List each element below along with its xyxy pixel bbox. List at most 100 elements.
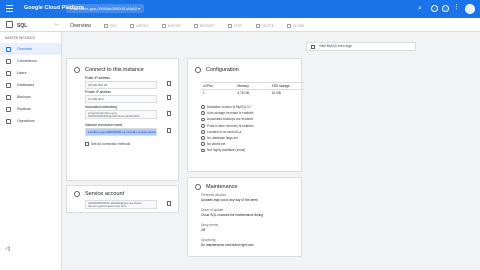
column-header: SSD storage — [271, 84, 290, 88]
table-header-row: vCPUs Memory SSD storage — [201, 83, 304, 90]
export-icon — [161, 23, 166, 28]
service-account-title: Service account — [85, 191, 125, 197]
service-account-value: p000000000000-a0a0a0@gcp-sa-cloud-sql.ia… — [85, 200, 157, 209]
sidebar-item-backups[interactable]: Backups — [0, 91, 61, 103]
back-arrow-icon[interactable]: ← — [54, 21, 60, 27]
collapse-sidebar-icon[interactable]: ◁| — [5, 246, 10, 252]
console-icon[interactable]: › — [431, 5, 438, 12]
connect-card: Connect to this instance Public IP addre… — [66, 58, 179, 181]
flag-icon — [201, 136, 205, 140]
edit-icon — [104, 23, 108, 28]
copy-icon[interactable] — [167, 128, 171, 133]
sidebar: MASTER INSTANCE Overview Connections Use… — [0, 32, 62, 270]
configuration-features: Database version is MySQL 5.7 Auto stora… — [201, 104, 301, 154]
deny-period: Deny period Off — [201, 223, 218, 232]
configuration-card: Configuration vCPUs Memory SSD storage 1… — [187, 58, 304, 172]
deny-period-value: Off — [201, 227, 206, 232]
networking-value: projects/sandbox-gcp-000000000000/global… — [85, 110, 157, 119]
sidebar-item-databases[interactable]: Databases — [0, 79, 61, 91]
info-icon — [85, 142, 89, 147]
public-ip-label: Public IP address — [85, 76, 110, 80]
configuration-table: vCPUs Memory SSD storage 1 3.75 GB 10 GB — [201, 82, 304, 97]
person-icon — [74, 191, 80, 197]
connection-name-label: Instance connection name — [85, 123, 123, 127]
order-of-update: Order of update Cloud SQL chooses the ma… — [201, 208, 263, 217]
upcoming-maintenance: Upcoming No maintenance scheduled right … — [201, 238, 253, 247]
networking-label: Associated networking — [85, 105, 117, 109]
avatar[interactable] — [465, 3, 475, 14]
sidebar-item-users[interactable]: Users — [0, 67, 61, 79]
restart-icon — [194, 23, 199, 28]
memory-value: 3.75 GB — [237, 91, 250, 95]
maintenance-card: Maintenance Preferred window Updates may… — [187, 177, 302, 257]
connections-icon — [6, 58, 11, 64]
product-name: SQL — [17, 22, 28, 29]
location-icon — [201, 129, 205, 134]
configuration-title: Configuration — [206, 67, 239, 73]
maintenance-icon — [195, 184, 201, 190]
restart-button[interactable]: RESTART — [194, 24, 215, 28]
order-of-update-value: Cloud SQL chooses the maintenance timing — [201, 212, 264, 217]
label-icon — [201, 142, 205, 147]
column-header: vCPUs — [203, 84, 213, 88]
top-app-bar: Google Cloud Platform ▾ sandbox-gcp-0000… — [0, 0, 480, 18]
deny-period-label: Deny period — [201, 223, 219, 227]
vcpu-value: 1 — [203, 91, 205, 95]
main-content: Connect to this instance Public IP addre… — [62, 32, 480, 270]
list-item: Not highly available (zonal) — [201, 147, 301, 153]
project-selector[interactable]: ▾ sandbox-gcp-0000AA0000001A0A0 ▾ — [66, 4, 145, 13]
databases-icon — [6, 82, 11, 88]
sidebar-item-operations[interactable]: Operations — [0, 115, 61, 127]
connect-card-title: Connect to this instance — [85, 67, 144, 73]
check-icon — [201, 117, 205, 122]
overview-icon — [6, 46, 11, 52]
menu-icon[interactable] — [6, 5, 13, 12]
users-icon — [6, 70, 11, 76]
operations-icon — [6, 118, 11, 124]
product-header: SQL ← Overview EDIT IMPORT EXPORT RESTAR… — [0, 18, 480, 32]
private-ip-label: Private IP address — [85, 90, 111, 94]
stop-button[interactable]: STOP — [227, 23, 242, 28]
help-icon[interactable]: ? — [442, 5, 449, 12]
check-icon — [201, 111, 205, 116]
availability-icon — [201, 148, 205, 153]
action-toolbar: EDIT IMPORT EXPORT RESTART STOP DELETE C… — [104, 23, 316, 28]
stop-icon — [227, 23, 232, 28]
copy-icon[interactable] — [167, 81, 171, 86]
backups-icon — [6, 94, 11, 100]
check-icon — [201, 105, 205, 109]
copy-icon[interactable] — [167, 111, 171, 116]
settings-icon — [195, 67, 201, 73]
column-header: Memory — [237, 84, 249, 88]
clone-button[interactable]: CLONE — [287, 24, 304, 28]
maintenance-title: Maintenance — [206, 184, 238, 190]
more-icon[interactable]: ⋮ — [453, 4, 460, 12]
connection-name-value[interactable]: sandbox-gcp-000000000:us-central1:mysql-… — [85, 128, 157, 136]
sql-product-icon — [6, 21, 13, 28]
see-all-connection-methods-link[interactable]: See all connection methods — [85, 142, 130, 147]
import-button[interactable]: IMPORT — [130, 24, 149, 28]
page-title: Overview — [70, 22, 91, 29]
edit-button[interactable]: EDIT — [104, 24, 117, 28]
copy-icon[interactable] — [167, 95, 171, 100]
sidebar-item-overview[interactable]: Overview — [0, 43, 61, 55]
export-button[interactable]: EXPORT — [161, 23, 181, 28]
service-account-card: Service account p000000000000-a0a0a0@gcp… — [66, 185, 179, 213]
sidebar-item-connections[interactable]: Connections — [0, 55, 61, 67]
sidebar-item-replicas[interactable]: Replicas — [0, 103, 61, 115]
replicas-icon — [6, 106, 11, 112]
search-icon[interactable]: ⌕ — [418, 5, 422, 13]
preferred-window: Preferred window Updates may occur any d… — [201, 193, 258, 202]
clone-icon — [287, 23, 292, 28]
table-row: 1 3.75 GB 10 GB — [201, 90, 304, 97]
preferred-window-value: Updates may occur any day of the week — [201, 197, 258, 202]
private-ip-value: 10.000.00.0 — [85, 95, 157, 103]
copy-icon[interactable] — [167, 201, 171, 206]
logs-icon — [311, 45, 315, 49]
storage-value: 10 GB — [271, 91, 281, 95]
view-mysql-error-logs-link[interactable]: View MySQL error logs — [306, 42, 416, 51]
delete-icon — [255, 23, 260, 28]
delete-button[interactable]: DELETE — [255, 23, 274, 28]
public-ip-value: 35.000.000.00 — [85, 81, 157, 89]
check-icon — [201, 123, 205, 128]
